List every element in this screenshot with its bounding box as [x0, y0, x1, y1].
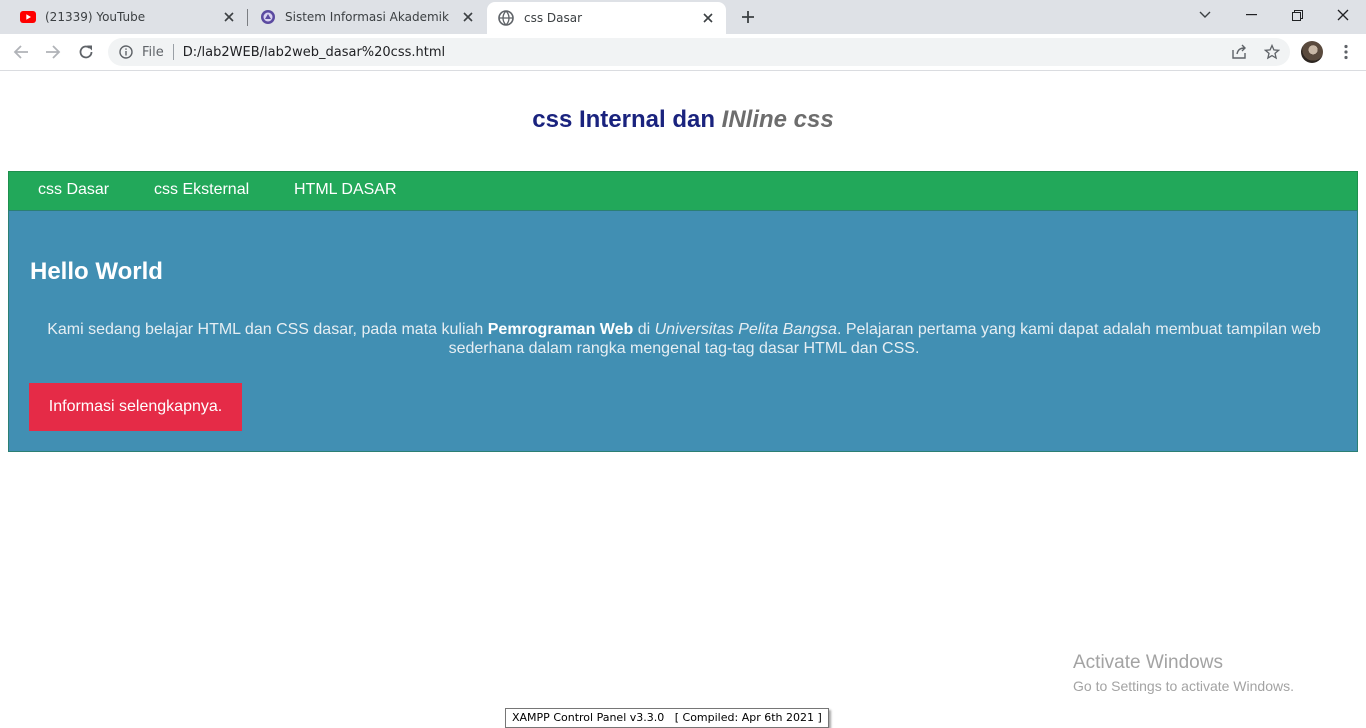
reload-icon[interactable] [74, 40, 98, 64]
taskbar-tooltip: XAMPP Control Panel v3.3.0 [ Compiled: A… [505, 708, 829, 728]
tab-strip: (21339) YouTube Sistem Informasi Akademi… [0, 0, 1366, 34]
close-window-icon[interactable] [1320, 0, 1366, 30]
youtube-icon [20, 9, 36, 25]
bookmark-star-icon[interactable] [1259, 38, 1285, 66]
back-arrow-icon[interactable] [9, 40, 33, 64]
hero-text-2: di [633, 321, 655, 338]
page-title: css Internal dan INline css [0, 106, 1366, 134]
tab-search-icon[interactable] [1182, 0, 1228, 30]
watermark-subtitle: Go to Settings to activate Windows. [1073, 678, 1294, 694]
hero-paragraph: Kami sedang belajar HTML dan CSS dasar, … [39, 320, 1329, 358]
close-tab-icon[interactable] [700, 10, 716, 26]
address-bar[interactable]: File D:/lab2WEB/lab2web_dasar%20css.html [108, 38, 1290, 66]
hero-italic-university: Universitas Pelita Bangsa [654, 321, 837, 338]
scheme-label: File [142, 44, 164, 60]
hero-heading: Hello World [30, 258, 163, 285]
restore-icon[interactable] [1274, 0, 1320, 30]
nav-link-html-dasar[interactable]: HTML DASAR [294, 181, 397, 199]
hero-bold-course: Pemrograman Web [487, 321, 634, 338]
forward-arrow-icon[interactable] [41, 40, 65, 64]
tab-title: css Dasar [524, 11, 583, 25]
kebab-menu-icon[interactable] [1334, 40, 1358, 64]
page-title-main: css Internal dan [532, 106, 722, 133]
address-divider [172, 44, 174, 60]
university-crest-icon [260, 9, 276, 25]
tab-title: Sistem Informasi Akademik [285, 10, 449, 24]
watermark-title: Activate Windows [1073, 652, 1223, 673]
tab-css-dasar[interactable]: css Dasar [487, 2, 726, 34]
activate-windows-watermark: Activate Windows Go to Settings to activ… [1073, 652, 1294, 694]
page-title-italic: INline css [721, 106, 834, 133]
profile-avatar[interactable] [1301, 41, 1323, 63]
tab-sistem-informasi-akademik[interactable]: Sistem Informasi Akademik [248, 0, 486, 34]
tab-youtube[interactable]: (21339) YouTube [0, 0, 247, 34]
close-tab-icon[interactable] [460, 9, 476, 25]
globe-icon [498, 10, 514, 26]
nav-link-css-dasar[interactable]: css Dasar [38, 181, 109, 199]
new-tab-button[interactable] [736, 5, 760, 29]
hero-text-1: Kami sedang belajar HTML dan CSS dasar, … [47, 321, 488, 338]
info-icon[interactable] [118, 44, 134, 60]
site-navbar: css Dasar css Eksternal HTML DASAR [8, 171, 1358, 211]
url-text[interactable]: D:/lab2WEB/lab2web_dasar%20css.html [183, 45, 445, 60]
share-icon[interactable] [1226, 38, 1252, 66]
hero-section: Hello World Kami sedang belajar HTML dan… [8, 210, 1358, 452]
minimize-icon[interactable] [1228, 0, 1274, 30]
nav-link-css-eksternal[interactable]: css Eksternal [154, 181, 249, 199]
browser-toolbar: File D:/lab2WEB/lab2web_dasar%20css.html [0, 34, 1366, 71]
close-tab-icon[interactable] [221, 9, 237, 25]
tab-title: (21339) YouTube [45, 10, 146, 24]
more-info-button[interactable]: Informasi selengkapnya. [29, 383, 242, 431]
